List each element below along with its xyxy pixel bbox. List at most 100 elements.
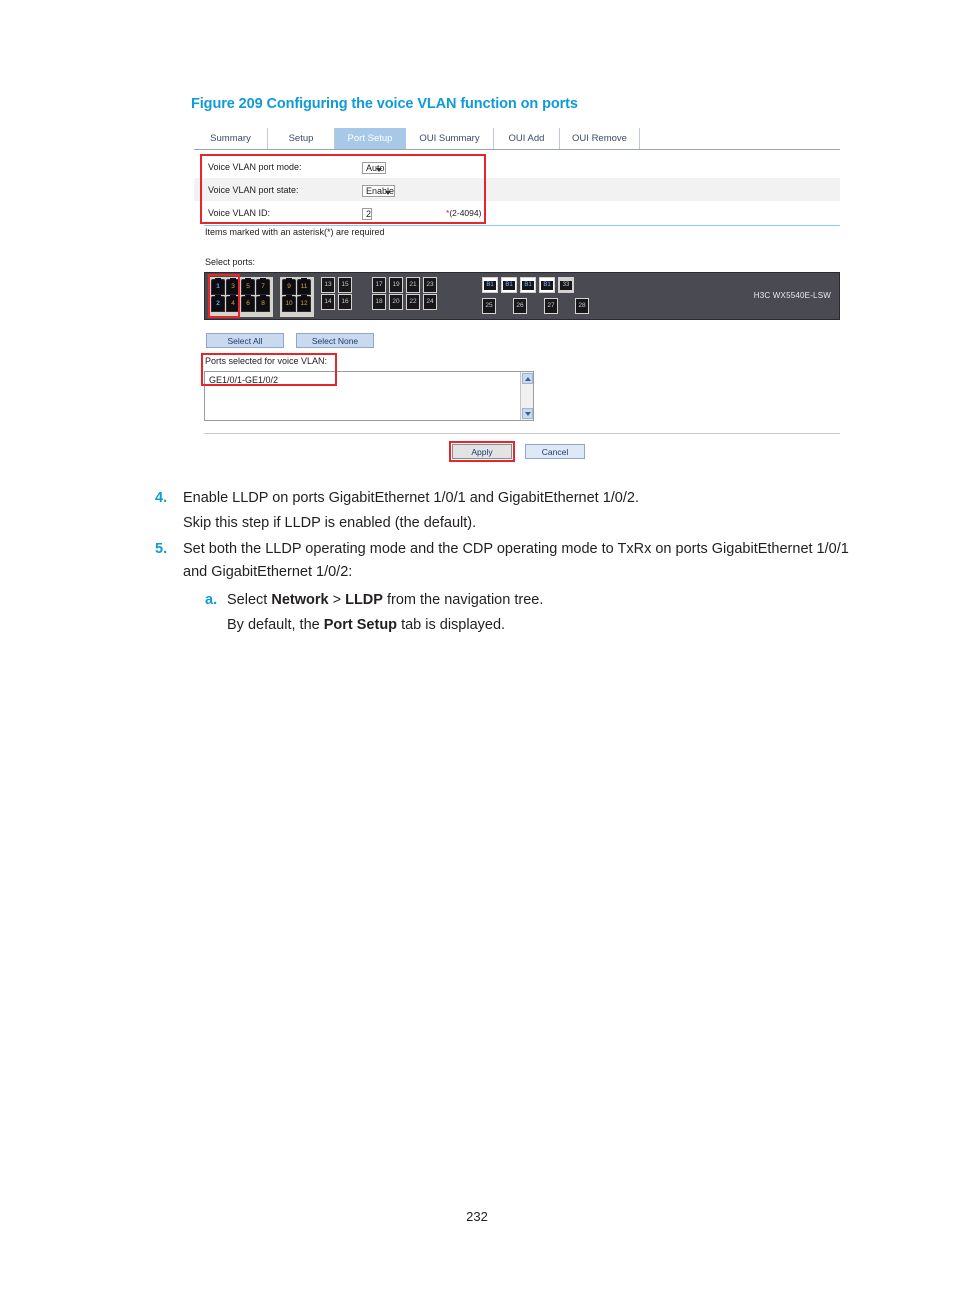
- port-24[interactable]: 24: [423, 294, 437, 310]
- port-column: 5 6: [241, 278, 255, 312]
- page-number: 232: [466, 1209, 488, 1224]
- step-5a-note-prefix: By default, the: [227, 617, 324, 634]
- port-column: 15 16: [338, 277, 352, 310]
- step-5a-prefix: Select: [227, 591, 272, 608]
- divider-above-actions: [204, 433, 840, 434]
- instruction-steps: 4. Enable LLDP on ports GigabitEthernet …: [155, 487, 875, 638]
- tab-setup[interactable]: Setup: [268, 128, 335, 149]
- step-5a: a. Select Network > LLDP from the naviga…: [205, 589, 875, 612]
- select-voice-vlan-port-state[interactable]: Enable: [362, 184, 396, 197]
- uplink-port-label: 33: [560, 280, 572, 290]
- chevron-down-icon: [385, 190, 392, 195]
- step-5a-number: a.: [205, 591, 218, 608]
- sfp-label: B1: [503, 280, 515, 290]
- port-13[interactable]: 13: [321, 277, 335, 293]
- port-1[interactable]: 1: [211, 278, 225, 295]
- port-5[interactable]: 5: [241, 278, 255, 295]
- ports-selected-textarea[interactable]: GE1/0/1-GE1/0/2: [204, 371, 534, 421]
- port-14[interactable]: 14: [321, 294, 335, 310]
- port-column: 1 2: [211, 278, 225, 312]
- textarea-scrollbar[interactable]: [520, 372, 533, 420]
- port-12[interactable]: 12: [297, 295, 311, 312]
- scroll-up-icon[interactable]: [522, 373, 533, 384]
- port-25[interactable]: 25: [482, 298, 496, 314]
- port-7[interactable]: 7: [256, 278, 270, 295]
- port-15[interactable]: 15: [338, 277, 352, 293]
- select-voice-vlan-port-mode[interactable]: Auto: [362, 161, 386, 174]
- port-22[interactable]: 22: [406, 294, 420, 310]
- ports-selected-label: Ports selected for voice VLAN:: [205, 356, 328, 366]
- label-voice-vlan-port-state: Voice VLAN port state:: [208, 184, 299, 195]
- port-3[interactable]: 3: [226, 278, 240, 295]
- port-16[interactable]: 16: [338, 294, 352, 310]
- step-5a-separator: >: [328, 591, 346, 608]
- port-28[interactable]: 28: [575, 298, 589, 314]
- input-voice-vlan-id[interactable]: 2: [362, 207, 373, 220]
- step-5a-note-suffix: tab is displayed.: [397, 617, 506, 634]
- sfp-port-4[interactable]: B1: [539, 277, 555, 293]
- label-voice-vlan-id: Voice VLAN ID:: [208, 207, 271, 218]
- tab-oui-summary[interactable]: OUI Summary: [406, 128, 494, 149]
- step-5a-bold-network: Network: [271, 591, 329, 608]
- port-6[interactable]: 6: [241, 295, 255, 312]
- tab-bar: Summary Setup Port Setup OUI Summary OUI…: [194, 128, 840, 150]
- port-23[interactable]: 23: [423, 277, 437, 293]
- voice-vlan-port-setup-screenshot: Summary Setup Port Setup OUI Summary OUI…: [194, 128, 840, 466]
- label-voice-vlan-port-mode: Voice VLAN port mode:: [208, 161, 302, 172]
- cancel-button[interactable]: Cancel: [525, 444, 585, 459]
- port-9[interactable]: 9: [282, 278, 296, 295]
- form-row-port-mode: Voice VLAN port mode: Auto: [194, 155, 840, 178]
- step-5a-text: Select Network > LLDP from the navigatio…: [227, 589, 875, 612]
- port-group-3: 13 14 15 16: [321, 277, 355, 317]
- step-5a-suffix: from the navigation tree.: [382, 591, 544, 608]
- port-10[interactable]: 10: [282, 295, 296, 312]
- step-5a-bold-lldp: LLDP: [345, 591, 383, 608]
- port-27[interactable]: 27: [544, 298, 558, 314]
- port-11[interactable]: 11: [297, 278, 311, 295]
- chevron-down-icon: [375, 167, 382, 172]
- tab-port-setup[interactable]: Port Setup: [335, 128, 406, 149]
- port-column: 19 20: [389, 277, 403, 310]
- port-18[interactable]: 18: [372, 294, 386, 310]
- sfp-port-group: B1 B1 B1 B1 33: [482, 277, 574, 293]
- sfp-label: B1: [484, 280, 496, 290]
- tab-oui-add[interactable]: OUI Add: [494, 128, 560, 149]
- select-none-button[interactable]: Select None: [296, 333, 374, 348]
- port-column: 7 8: [256, 278, 270, 312]
- sfp-port-1[interactable]: B1: [482, 277, 498, 293]
- step-4: 4. Enable LLDP on ports GigabitEthernet …: [155, 487, 875, 510]
- port-19[interactable]: 19: [389, 277, 403, 293]
- control-port-mode: Auto: [362, 158, 386, 176]
- control-port-state: Enable: [362, 181, 396, 199]
- port-column: 23 24: [423, 277, 437, 310]
- port-26[interactable]: 26: [513, 298, 527, 314]
- port-group-2: 9 10 11 12: [280, 277, 314, 317]
- port-column: 13 14: [321, 277, 335, 310]
- port-17[interactable]: 17: [372, 277, 386, 293]
- apply-button[interactable]: Apply: [452, 444, 512, 459]
- step-5: 5. Set both the LLDP operating mode and …: [155, 538, 875, 585]
- tab-oui-remove[interactable]: OUI Remove: [560, 128, 640, 149]
- port-selection-buttons: Select All Select None: [206, 333, 374, 348]
- port-20[interactable]: 20: [389, 294, 403, 310]
- scroll-down-icon[interactable]: [522, 408, 533, 419]
- triangle-up-glyph: [524, 376, 531, 381]
- sfp-port-2[interactable]: B1: [501, 277, 517, 293]
- port-column: 9 10: [282, 278, 296, 312]
- tab-summary[interactable]: Summary: [194, 128, 268, 149]
- select-all-button[interactable]: Select All: [206, 333, 284, 348]
- port-group-4: 17 18 19 20 21 22 23 24: [372, 277, 440, 317]
- uplink-port-33[interactable]: 33: [558, 277, 574, 293]
- form-row-port-state: Voice VLAN port state: Enable: [194, 178, 840, 201]
- port-21[interactable]: 21: [406, 277, 420, 293]
- sfp-label: B1: [522, 280, 534, 290]
- action-buttons: Apply Cancel: [452, 444, 585, 459]
- port-column: 21 22: [406, 277, 420, 310]
- port-8[interactable]: 8: [256, 295, 270, 312]
- port-4[interactable]: 4: [226, 295, 240, 312]
- form-row-vlan-id: Voice VLAN ID: 2 *(2-4094): [194, 201, 840, 224]
- step-5a-note-bold: Port Setup: [323, 617, 398, 634]
- port-2[interactable]: 2: [211, 295, 225, 312]
- step-4-note: Skip this step if LLDP is enabled (the d…: [183, 515, 477, 532]
- sfp-port-3[interactable]: B1: [520, 277, 536, 293]
